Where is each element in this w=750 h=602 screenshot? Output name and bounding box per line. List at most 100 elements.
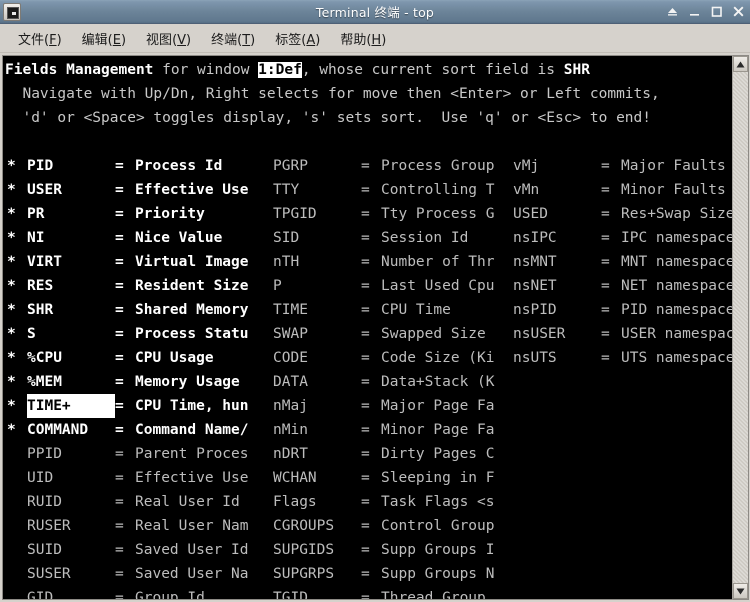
field-entry-pgrp[interactable]: PGRP = Process Group — [253, 154, 495, 178]
field-entry-nsuser[interactable]: nsUSER = USER namespac — [493, 322, 732, 346]
equals-separator: = — [601, 302, 610, 318]
field-disabled-marker — [493, 274, 513, 298]
field-entry-pid[interactable]: * PID = Process Id — [7, 154, 222, 178]
field-name: SUSER — [27, 566, 71, 582]
field-description: Last Used Cpu — [381, 278, 495, 294]
field-entry-virt[interactable]: * VIRT = Virtual Image — [7, 250, 249, 274]
field-entry-ndrt[interactable]: nDRT = Dirty Pages C — [253, 442, 495, 466]
field-entry-cpu[interactable]: * %CPU = CPU Usage — [7, 346, 214, 370]
menu-file[interactable]: 文件(F) — [9, 26, 71, 51]
terminal-screen[interactable]: Fields Management for window 1:Def, whos… — [2, 55, 732, 600]
menu-terminal[interactable]: 终端(T) — [202, 26, 264, 51]
field-description: Priority — [135, 206, 205, 222]
menu-tabs[interactable]: 标签(A) — [266, 26, 329, 51]
field-description: Controlling T — [381, 182, 495, 198]
field-entry-command[interactable]: * COMMAND = Command Name/ — [7, 418, 249, 442]
field-entry-ppid[interactable]: PPID = Parent Proces — [7, 442, 249, 466]
scroll-up-icon[interactable] — [733, 56, 748, 72]
field-entry-wchan[interactable]: WCHAN = Sleeping in F — [253, 466, 495, 490]
field-entry-flags[interactable]: Flags = Task Flags <s — [253, 490, 495, 514]
field-entry-sid[interactable]: SID = Session Id — [253, 226, 468, 250]
field-disabled-marker — [253, 250, 273, 274]
field-description: Supp Groups N — [381, 566, 495, 582]
header-post: , whose current sort field is — [301, 62, 564, 78]
field-entry-supgids[interactable]: SUPGIDS = Supp Groups I — [253, 538, 495, 562]
field-entry-suid[interactable]: SUID = Saved User Id — [7, 538, 249, 562]
field-entry-cgroups[interactable]: CGROUPS = Control Group — [253, 514, 495, 538]
field-entry-tty[interactable]: TTY = Controlling T — [253, 178, 495, 202]
field-entry-nmin[interactable]: nMin = Minor Page Fa — [253, 418, 495, 442]
terminal-scrollbar[interactable] — [732, 55, 749, 600]
field-disabled-marker — [253, 202, 273, 226]
field-entry-ruser[interactable]: RUSER = Real User Nam — [7, 514, 249, 538]
field-disabled-marker — [7, 490, 27, 514]
field-entry-time[interactable]: TIME = CPU Time — [253, 298, 451, 322]
field-entry-tpgid[interactable]: TPGID = Tty Process G — [253, 202, 495, 226]
equals-separator: = — [601, 206, 610, 222]
field-entry-vmj[interactable]: vMj = Major Faults — [493, 154, 726, 178]
field-description: Tty Process G — [381, 206, 495, 222]
field-entry-nsuts[interactable]: nsUTS = UTS namespace — [493, 346, 732, 370]
field-entry-data[interactable]: DATA = Data+Stack (K — [253, 370, 495, 394]
field-description: Real User Id — [135, 494, 240, 510]
scroll-down-icon[interactable] — [733, 583, 748, 599]
equals-separator: = — [361, 494, 370, 510]
field-entry-supgrps[interactable]: SUPGRPS = Supp Groups N — [253, 562, 495, 586]
field-name: nsIPC — [513, 230, 557, 246]
equals-separator: = — [361, 422, 370, 438]
field-entry-gid[interactable]: GID = Group Id — [7, 586, 205, 599]
field-description: Supp Groups I — [381, 542, 495, 558]
maximize-button[interactable] — [710, 5, 723, 18]
menu-view[interactable]: 视图(V) — [137, 26, 200, 51]
field-disabled-marker — [7, 586, 27, 599]
menu-edit[interactable]: 编辑(E) — [73, 26, 135, 51]
field-name: PR — [27, 206, 45, 222]
field-entry-shr[interactable]: * SHR = Shared Memory — [7, 298, 249, 322]
shade-button[interactable] — [666, 5, 679, 18]
field-description: Effective Use — [135, 470, 249, 486]
field-entry-s[interactable]: * S = Process Statu — [7, 322, 249, 346]
field-name: SUPGRPS — [273, 566, 335, 582]
field-entry-uid[interactable]: UID = Effective Use — [7, 466, 249, 490]
field-entry-pr[interactable]: * PR = Priority — [7, 202, 205, 226]
field-entry-nmaj[interactable]: nMaj = Major Page Fa — [253, 394, 495, 418]
field-entry-nsnet[interactable]: nsNET = NET namespace — [493, 274, 732, 298]
title-bar[interactable]: Terminal 终端 - top — [0, 0, 750, 24]
field-entry-p[interactable]: P = Last Used Cpu — [253, 274, 495, 298]
minimize-button[interactable] — [688, 5, 701, 18]
field-entry-ruid[interactable]: RUID = Real User Id — [7, 490, 240, 514]
field-entry-tgid[interactable]: TGID = Thread Group — [253, 586, 486, 600]
menu-help[interactable]: 帮助(H) — [331, 26, 395, 51]
terminal-window: Terminal 终端 - top 文件(F) 编辑(E) 视图(V) 终端(T… — [0, 0, 750, 602]
field-description: Number of Thr — [381, 254, 495, 270]
field-name: TTY — [273, 182, 300, 198]
field-entry-swap[interactable]: SWAP = Swapped Size — [253, 322, 486, 346]
menu-view-mnemonic: V — [177, 32, 187, 48]
field-entry-res[interactable]: * RES = Resident Size — [7, 274, 249, 298]
close-button[interactable] — [732, 5, 745, 18]
field-entry-time[interactable]: * TIME+ = CPU Time, hun — [7, 394, 249, 418]
field-name: nsPID — [513, 302, 557, 318]
field-description: CPU Time, hun — [135, 398, 249, 414]
field-name: vMj — [513, 158, 540, 174]
field-description: UTS namespace — [621, 350, 732, 366]
field-entry-mem[interactable]: * %MEM = Memory Usage — [7, 370, 240, 394]
field-entry-nth[interactable]: nTH = Number of Thr — [253, 250, 495, 274]
field-entry-nspid[interactable]: nsPID = PID namespace — [493, 298, 732, 322]
field-disabled-marker — [253, 154, 273, 178]
field-entry-used[interactable]: USED = Res+Swap Size — [493, 202, 732, 226]
help-line-navigate: Navigate with Up/Dn, Right selects for m… — [5, 86, 660, 102]
field-name: nMin — [273, 422, 308, 438]
current-window-badge[interactable]: 1:Def — [258, 62, 302, 78]
field-name: nsUSER — [513, 326, 566, 342]
field-entry-code[interactable]: CODE = Code Size (Ki — [253, 346, 495, 370]
field-description: Thread Group — [381, 590, 486, 600]
field-entry-nsipc[interactable]: nsIPC = IPC namespace — [493, 226, 732, 250]
field-entry-suser[interactable]: SUSER = Saved User Na — [7, 562, 249, 586]
scrollbar-track[interactable] — [733, 72, 748, 583]
field-entry-ni[interactable]: * NI = Nice Value — [7, 226, 222, 250]
field-name: P — [273, 278, 282, 294]
field-entry-user[interactable]: * USER = Effective Use — [7, 178, 249, 202]
field-entry-nsmnt[interactable]: nsMNT = MNT namespace — [493, 250, 732, 274]
field-entry-vmn[interactable]: vMn = Minor Faults — [493, 178, 726, 202]
